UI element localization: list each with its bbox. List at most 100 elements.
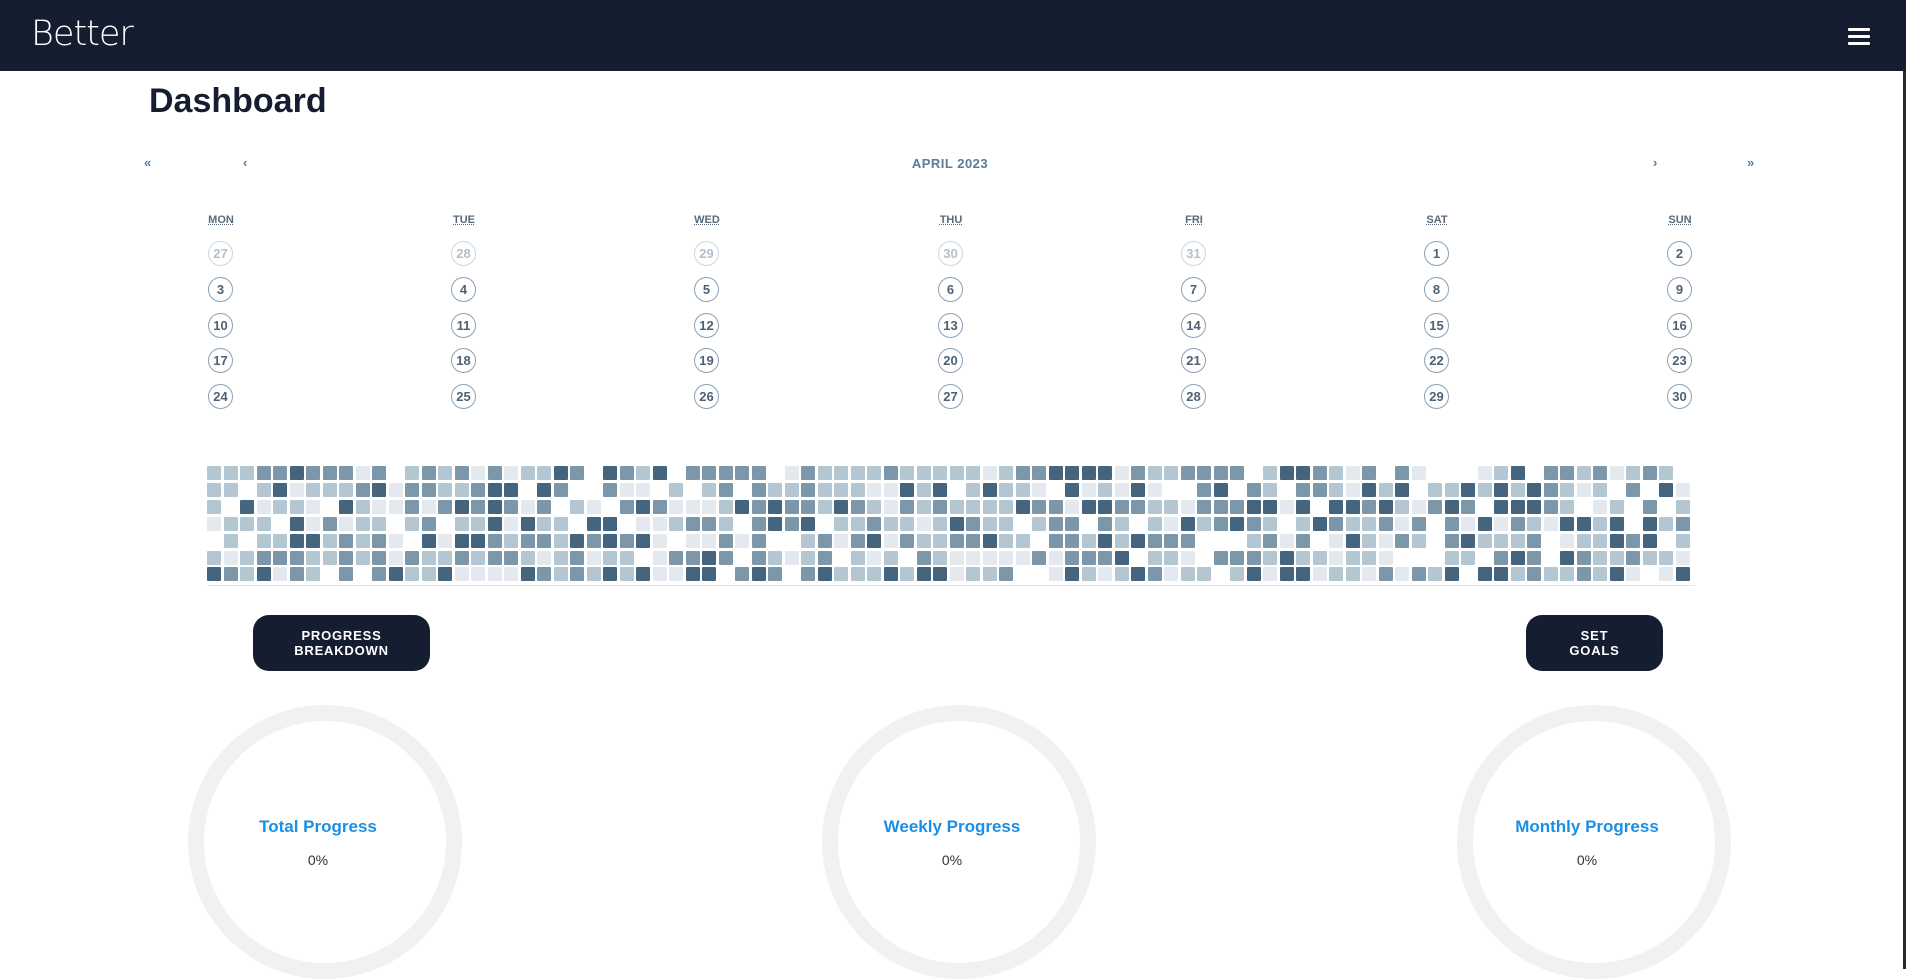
- heatmap-cell: [916, 550, 931, 565]
- heatmap-cell: [1411, 499, 1426, 514]
- calendar-day[interactable]: 28: [451, 241, 476, 266]
- calendar-day[interactable]: 21: [1181, 348, 1206, 373]
- calendar-day[interactable]: 28: [1181, 384, 1206, 409]
- heatmap-cell: [1395, 482, 1409, 497]
- heatmap-cell: [1213, 550, 1228, 565]
- monthly-progress-label[interactable]: Monthly Progress: [1457, 817, 1717, 837]
- calendar-day[interactable]: 23: [1667, 348, 1692, 373]
- calendar-month-title[interactable]: APRIL 2023: [830, 156, 1070, 171]
- calendar-day[interactable]: 12: [694, 313, 719, 338]
- heatmap-cell: [322, 466, 337, 480]
- heatmap-cell: [388, 567, 403, 582]
- heatmap-cell: [1444, 533, 1459, 548]
- heatmap-cell: [982, 550, 997, 565]
- heatmap-cell: [1081, 533, 1096, 548]
- heatmap-cell: [223, 516, 238, 531]
- heatmap-cell: [999, 567, 1013, 582]
- calendar-day[interactable]: 26: [694, 384, 719, 409]
- heatmap-cell: [1098, 466, 1112, 480]
- prev-month-button[interactable]: ‹: [243, 155, 247, 170]
- heatmap-cell: [553, 482, 568, 497]
- heatmap-cell: [900, 499, 914, 514]
- brand-logo[interactable]: Better: [31, 14, 134, 54]
- calendar-day[interactable]: 25: [451, 384, 476, 409]
- heatmap-cell: [1494, 516, 1508, 531]
- calendar-day[interactable]: 27: [938, 384, 963, 409]
- calendar-day[interactable]: 31: [1181, 241, 1206, 266]
- heatmap-cell: [900, 466, 914, 480]
- heatmap-cell: [817, 550, 832, 565]
- calendar-day[interactable]: 20: [938, 348, 963, 373]
- heatmap-cell: [372, 466, 386, 480]
- heatmap-cell: [636, 567, 650, 582]
- heatmap-cell: [1263, 550, 1277, 565]
- calendar-day[interactable]: 10: [208, 313, 233, 338]
- heatmap-cell: [306, 567, 320, 582]
- heatmap-cell: [487, 533, 502, 548]
- calendar-day[interactable]: 3: [208, 277, 233, 302]
- heatmap-cell: [1494, 550, 1508, 565]
- heatmap-cell: [1659, 567, 1673, 582]
- heatmap-cell: [900, 550, 914, 565]
- calendar-day[interactable]: 19: [694, 348, 719, 373]
- heatmap-cell: [1378, 550, 1393, 565]
- heatmap-cell: [1197, 550, 1211, 565]
- heatmap-cell: [1378, 499, 1393, 514]
- calendar-day[interactable]: 5: [694, 277, 719, 302]
- calendar-day[interactable]: 2: [1667, 241, 1692, 266]
- calendar-day[interactable]: 30: [938, 241, 963, 266]
- heatmap-cell: [801, 499, 815, 514]
- calendar-day[interactable]: 4: [451, 277, 476, 302]
- heatmap-cell: [1593, 516, 1607, 531]
- heatmap-cell: [1659, 550, 1673, 565]
- heatmap-cell: [1213, 482, 1228, 497]
- heatmap-cell: [1032, 516, 1046, 531]
- calendar-day[interactable]: 29: [694, 241, 719, 266]
- calendar-day[interactable]: 18: [451, 348, 476, 373]
- total-progress-label[interactable]: Total Progress: [188, 817, 448, 837]
- set-goals-button[interactable]: SET GOALS: [1526, 615, 1663, 671]
- heatmap-cell: [273, 516, 287, 531]
- heatmap-cell: [834, 499, 848, 514]
- calendar-day[interactable]: 11: [451, 313, 476, 338]
- calendar-day[interactable]: 7: [1181, 277, 1206, 302]
- heatmap-cell: [768, 516, 782, 531]
- calendar-day[interactable]: 29: [1424, 384, 1449, 409]
- heatmap-cell: [1197, 567, 1211, 582]
- heatmap-cell: [537, 550, 551, 565]
- calendar-day[interactable]: 15: [1424, 313, 1449, 338]
- prev-year-button[interactable]: «: [144, 155, 151, 170]
- heatmap-cell: [982, 567, 997, 582]
- calendar-day[interactable]: 13: [938, 313, 963, 338]
- heatmap-cell: [1131, 516, 1145, 531]
- heatmap-cell: [240, 482, 254, 497]
- next-month-button[interactable]: ›: [1653, 155, 1657, 170]
- hamburger-menu-icon[interactable]: [1845, 26, 1873, 46]
- heatmap-cell: [735, 516, 749, 531]
- calendar-day[interactable]: 17: [208, 348, 233, 373]
- progress-breakdown-button[interactable]: PROGRESS BREAKDOWN: [253, 615, 430, 671]
- heatmap-cell: [1494, 499, 1508, 514]
- calendar-day[interactable]: 22: [1424, 348, 1449, 373]
- calendar-day[interactable]: 30: [1667, 384, 1692, 409]
- calendar-day[interactable]: 1: [1424, 241, 1449, 266]
- heatmap-cell: [1659, 533, 1673, 548]
- next-year-button[interactable]: »: [1747, 155, 1754, 170]
- heatmap-cell: [1296, 567, 1310, 582]
- heatmap-cell: [1296, 499, 1310, 514]
- heatmap-cell: [619, 482, 634, 497]
- calendar-day[interactable]: 27: [208, 241, 233, 266]
- calendar-day[interactable]: 6: [938, 277, 963, 302]
- calendar-day[interactable]: 8: [1424, 277, 1449, 302]
- heatmap-cell: [966, 567, 980, 582]
- heatmap-cell: [1543, 482, 1558, 497]
- heatmap-cell: [1494, 466, 1508, 480]
- calendar-day[interactable]: 9: [1667, 277, 1692, 302]
- heatmap-cell: [1296, 550, 1310, 565]
- calendar-day[interactable]: 24: [208, 384, 233, 409]
- calendar-day[interactable]: 14: [1181, 313, 1206, 338]
- calendar-day[interactable]: 16: [1667, 313, 1692, 338]
- heatmap-cell: [1131, 567, 1145, 582]
- weekly-progress-label[interactable]: Weekly Progress: [822, 817, 1082, 837]
- heatmap-cell: [850, 516, 865, 531]
